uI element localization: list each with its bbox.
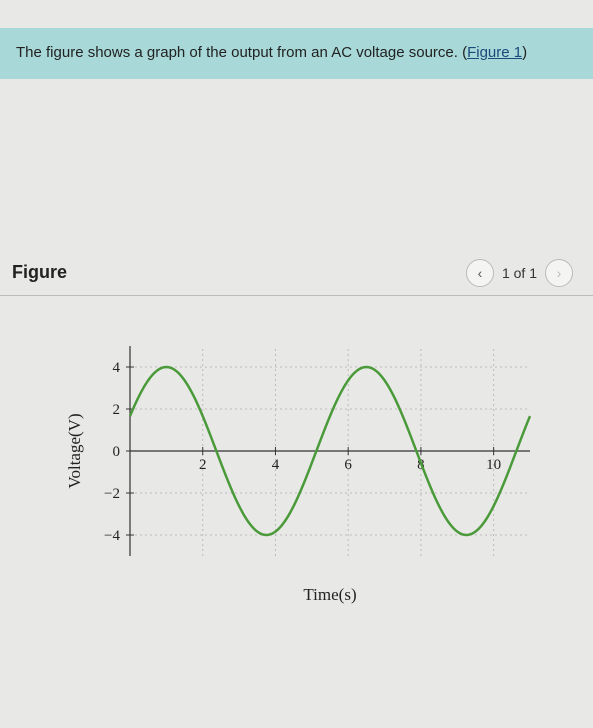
- svg-text:4: 4: [272, 457, 280, 473]
- figure-pager: ‹ 1 of 1 ›: [466, 259, 573, 287]
- figure-section: Figure ‹ 1 of 1 › 246810−4−2024Time(s)Vo…: [0, 259, 593, 606]
- svg-text:10: 10: [486, 457, 501, 473]
- svg-text:0: 0: [113, 444, 121, 460]
- svg-text:Voltage(V): Voltage(V): [65, 413, 84, 488]
- question-text: The figure shows a graph of the output f…: [16, 44, 467, 61]
- svg-text:2: 2: [199, 457, 207, 473]
- next-button[interactable]: ›: [545, 259, 573, 287]
- svg-text:2: 2: [113, 402, 121, 418]
- svg-text:−4: −4: [104, 528, 120, 544]
- figure-title: Figure: [12, 262, 67, 283]
- svg-text:4: 4: [113, 360, 121, 376]
- question-banner: The figure shows a graph of the output f…: [0, 28, 593, 79]
- svg-text:−2: −2: [104, 486, 120, 502]
- figure-link[interactable]: Figure 1: [467, 44, 522, 61]
- svg-text:6: 6: [344, 457, 352, 473]
- chart: 246810−4−2024Time(s)Voltage(V): [0, 326, 593, 606]
- pager-text: 1 of 1: [502, 265, 537, 281]
- svg-text:Time(s): Time(s): [303, 585, 356, 604]
- chart-svg: 246810−4−2024Time(s)Voltage(V): [60, 326, 540, 606]
- figure-header: Figure ‹ 1 of 1 ›: [0, 259, 593, 296]
- question-text-after: ): [522, 44, 527, 61]
- prev-button[interactable]: ‹: [466, 259, 494, 287]
